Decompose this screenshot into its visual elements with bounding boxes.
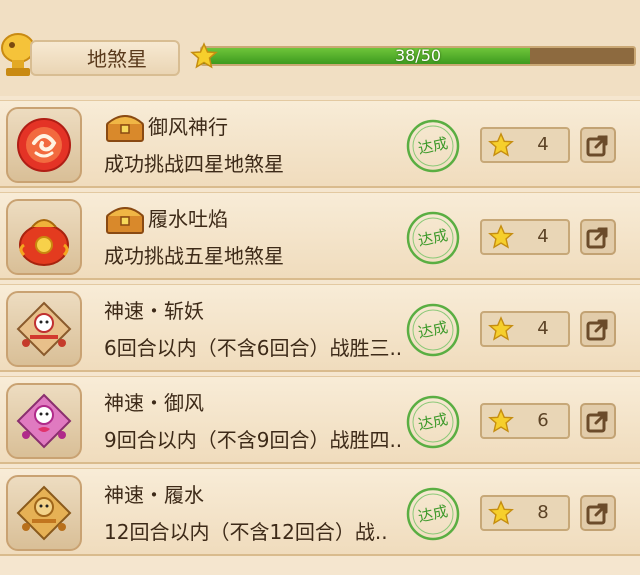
share-icon bbox=[586, 135, 608, 157]
achievement-row: 神速・御风 9回合以内（不含9回合）战胜四.. 达成 6 bbox=[0, 376, 640, 464]
achievement-name: 履水吐焰 bbox=[148, 207, 228, 231]
achievement-description: 成功挑战五星地煞星 bbox=[104, 244, 284, 268]
share-button[interactable] bbox=[580, 127, 616, 163]
reward-count: 8 bbox=[537, 502, 549, 523]
reward-box: 4 bbox=[480, 219, 570, 255]
reward-count: 4 bbox=[537, 226, 549, 247]
star-icon bbox=[488, 224, 514, 249]
star-icon bbox=[190, 42, 218, 69]
achievement-row: 御风神行 成功挑战四星地煞星 达成 4 bbox=[0, 100, 640, 188]
reward-box: 4 bbox=[480, 127, 570, 163]
reward-count: 4 bbox=[537, 134, 549, 155]
stamp-text: 达成 bbox=[416, 226, 449, 250]
achievement-description: 9回合以内（不含9回合）战胜四.. bbox=[104, 428, 403, 452]
kite-warrior-icon bbox=[16, 301, 72, 357]
treasure-chest-icon bbox=[106, 115, 144, 142]
red-swirl-orb-icon bbox=[17, 118, 71, 172]
reward-count: 6 bbox=[537, 410, 549, 431]
achievement-name: 御风神行 bbox=[148, 115, 228, 139]
stamp-text: 达成 bbox=[416, 318, 449, 342]
gold-kite-warrior-icon bbox=[16, 485, 72, 541]
star-icon bbox=[488, 132, 514, 157]
share-icon bbox=[586, 319, 608, 341]
reward-box: 8 bbox=[480, 495, 570, 531]
achievement-badge bbox=[6, 383, 82, 459]
achievement-name: 神速・履水 bbox=[104, 483, 204, 507]
completed-stamp: 达成 bbox=[406, 303, 460, 357]
share-button[interactable] bbox=[580, 311, 616, 347]
completed-stamp: 达成 bbox=[406, 487, 460, 541]
achievement-description: 成功挑战四星地煞星 bbox=[104, 152, 284, 176]
share-button[interactable] bbox=[580, 219, 616, 255]
achievement-row: 履水吐焰 成功挑战五星地煞星 达成 4 bbox=[0, 192, 640, 280]
progress-text: 38/50 bbox=[394, 46, 442, 65]
stamp-text: 达成 bbox=[416, 502, 449, 526]
star-icon bbox=[488, 316, 514, 341]
share-icon bbox=[586, 227, 608, 249]
achievement-description: 6回合以内（不含6回合）战胜三.. bbox=[104, 336, 403, 360]
achievement-row: 神速・斩妖 6回合以内（不含6回合）战胜三.. 达成 4 bbox=[0, 284, 640, 372]
completed-stamp: 达成 bbox=[406, 211, 460, 265]
share-icon bbox=[586, 503, 608, 525]
pink-kite-warrior-icon bbox=[16, 393, 72, 449]
achievement-badge bbox=[6, 107, 82, 183]
stamp-text: 达成 bbox=[416, 410, 449, 434]
stamp-text: 达成 bbox=[416, 134, 449, 158]
progress-bar: 38/50 bbox=[190, 42, 636, 70]
achievement-description: 12回合以内（不含12回合）战.. bbox=[104, 520, 388, 544]
reward-box: 6 bbox=[480, 403, 570, 439]
treasure-chest-icon bbox=[106, 207, 144, 234]
achievement-badge bbox=[6, 291, 82, 367]
fire-treasure-bag-icon bbox=[19, 219, 69, 266]
progress-track: 38/50 bbox=[200, 46, 636, 66]
achievement-badge bbox=[6, 199, 82, 275]
header-bar: 地煞星 38/50 bbox=[0, 0, 640, 96]
reward-count: 4 bbox=[537, 318, 549, 339]
completed-stamp: 达成 bbox=[406, 395, 460, 449]
star-icon bbox=[488, 500, 514, 525]
achievement-badge bbox=[6, 475, 82, 551]
share-button[interactable] bbox=[580, 495, 616, 531]
reward-box: 4 bbox=[480, 311, 570, 347]
share-icon bbox=[586, 411, 608, 433]
achievement-row: 神速・履水 12回合以内（不含12回合）战.. 达成 8 bbox=[0, 468, 640, 556]
star-icon bbox=[488, 408, 514, 433]
page-title: 地煞星 bbox=[87, 47, 147, 71]
completed-stamp: 达成 bbox=[406, 119, 460, 173]
share-button[interactable] bbox=[580, 403, 616, 439]
achievement-name: 神速・御风 bbox=[104, 391, 204, 415]
achievement-name: 神速・斩妖 bbox=[104, 299, 204, 323]
